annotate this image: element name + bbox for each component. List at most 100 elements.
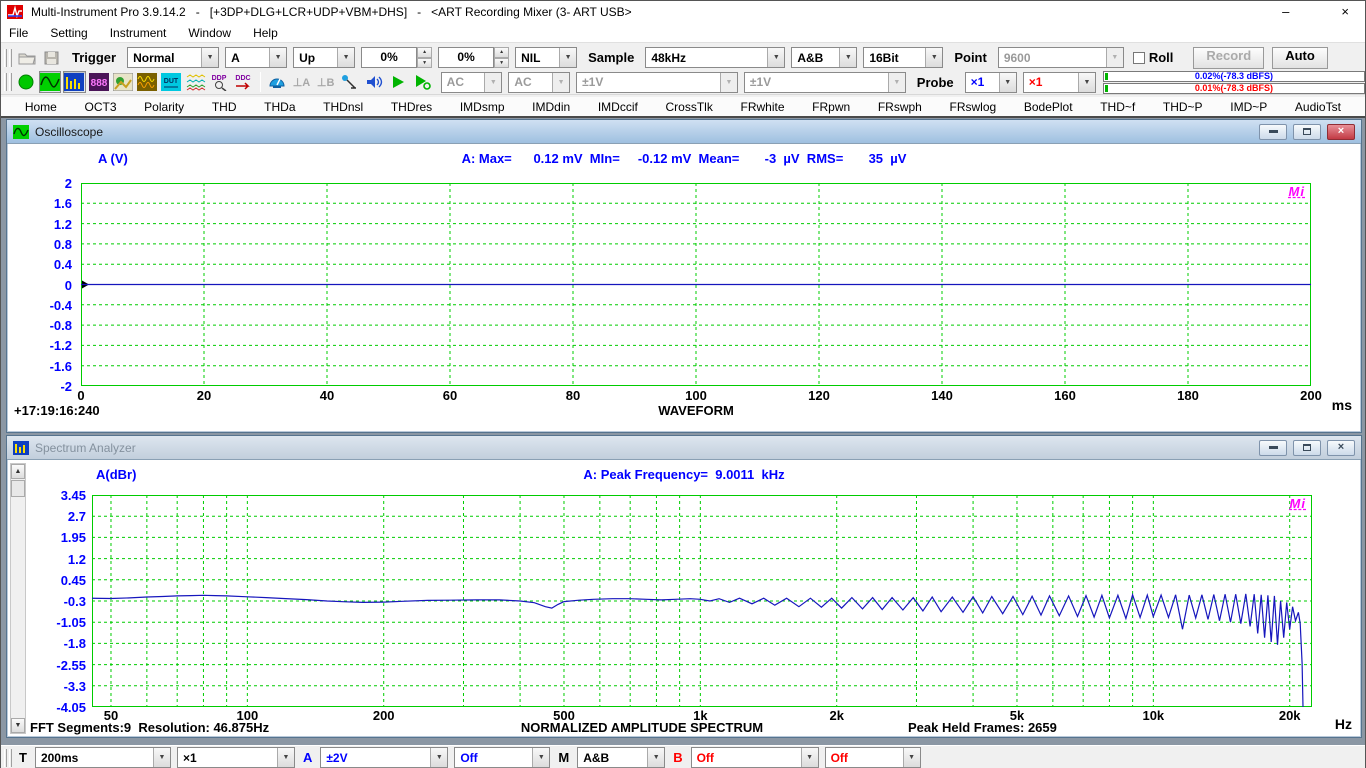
tab-thda[interactable]: THDa [260,98,299,116]
spectrogram-icon-button[interactable] [112,71,134,93]
data-point-processing-icon-button[interactable]: DDP [209,71,231,93]
tab-imdccif[interactable]: IMDccif [594,98,642,116]
mode-channels-select[interactable]: A&B▼ [577,747,665,768]
auto-button[interactable]: Auto [1272,47,1328,69]
close-icon[interactable]: × [1327,440,1355,456]
app-icon [7,5,23,19]
trigger-delay-stepper[interactable]: 0%▲▼ [438,47,509,68]
tab-home[interactable]: Home [21,98,61,116]
y-tick-label: -0.3 [24,594,86,609]
play-icon-button[interactable] [387,71,409,93]
menu-help[interactable]: Help [253,26,278,40]
minimize-icon[interactable] [1259,124,1287,140]
x-tick-label: 40 [320,388,334,403]
oscilloscope-x-ticks: 020406080100120140160180200 [81,388,1311,404]
tab-audiotst[interactable]: AudioTst [1291,98,1345,116]
probe-label: Probe [917,75,954,90]
ddc-icon-button[interactable]: DDC [233,71,255,93]
tab-oct3[interactable]: OCT3 [81,98,121,116]
chevron-down-icon: ▼ [484,73,501,92]
trigger-edge-select[interactable]: Up▼ [293,47,355,68]
toolbar-grip[interactable] [4,73,7,91]
spectrum-titlebar[interactable]: Spectrum Analyzer × [7,436,1361,460]
menu-instrument[interactable]: Instrument [110,26,167,40]
sound-output-icon-button[interactable] [363,71,385,93]
toolbar-grip[interactable] [4,749,7,767]
app-titlebar: Multi-Instrument Pro 3.9.14.2 - [+3DP+DL… [1,1,1365,23]
tab-thdnsl[interactable]: THDnsl [319,98,367,116]
toolbar-grip[interactable] [9,49,12,67]
trigger-source-select[interactable]: A▼ [225,47,287,68]
probe-a-select[interactable]: ×1▼ [965,72,1017,93]
close-icon[interactable]: × [1327,124,1355,140]
channel-b-option-select[interactable]: Off▼ [825,747,921,768]
mi-logo: Mi [1289,184,1305,199]
spectrum-plot[interactable]: Mi [92,495,1312,707]
tab-imddin[interactable]: IMDdin [528,98,574,116]
probe-b-select[interactable]: ×1▼ [1023,72,1096,93]
run-stop-button[interactable] [15,71,37,93]
menu-window[interactable]: Window [188,26,231,40]
tab-frswlog[interactable]: FRswlog [946,98,1001,116]
trigger-hpf-select[interactable]: NIL▼ [515,47,577,68]
chevron-down-icon: ▼ [430,748,447,767]
probe-pointer-icon-button[interactable] [339,71,361,93]
multimeter-icon-button[interactable]: 888 [88,71,110,93]
toolbar-grip[interactable] [9,73,12,91]
chevron-down-icon: ▼ [532,748,549,767]
sampling-rate-select[interactable]: 48kHz▼ [645,47,785,68]
tab-thd[interactable]: THD [208,98,241,116]
toolbar-grip[interactable] [4,49,7,67]
restore-icon[interactable] [1293,440,1321,456]
trigger-mode-select[interactable]: Normal▼ [127,47,219,68]
scroll-down-icon[interactable]: ▼ [11,718,25,733]
menu-file[interactable]: File [9,26,28,40]
coupling-b-select: AC▼ [508,72,570,93]
y-tick-label: 1.6 [4,196,72,211]
tab-frwhite[interactable]: FRwhite [737,98,789,116]
tab-polarity[interactable]: Polarity [140,98,188,116]
trigger-label: Trigger [72,50,116,65]
oscilloscope-x-axis-caption: WAVEFORM [81,403,1311,418]
tab-imd-p[interactable]: IMD~P [1226,98,1271,116]
tab-frswph[interactable]: FRswph [874,98,926,116]
tab-thd-p[interactable]: THD~P [1159,98,1207,116]
gauge-icon-button[interactable] [266,71,288,93]
tab-imdsmp[interactable]: IMDsmp [456,98,509,116]
record-button: Record [1193,47,1264,69]
open-file-button[interactable] [15,47,38,69]
signal-generator-icon-button[interactable] [136,71,158,93]
tab-crosstlk[interactable]: CrossTlk [662,98,717,116]
minimize-icon[interactable] [1259,440,1287,456]
tab-thdres[interactable]: THDres [387,98,436,116]
restore-icon[interactable] [1293,124,1321,140]
oscilloscope-plot[interactable]: Mi [81,183,1311,386]
sweep-multiplier-select[interactable]: ×1▼ [177,747,295,768]
device-test-plan-icon-button[interactable]: DUT [160,71,182,93]
channel-a-range-select[interactable]: ±2V▼ [320,747,448,768]
save-file-button[interactable] [40,47,63,69]
close-icon[interactable]: × [1341,2,1349,22]
oscilloscope-icon-button[interactable] [39,71,61,93]
derived-data-set-icon-button[interactable] [184,71,206,93]
toolbar-grip[interactable] [9,749,12,767]
tab-frpwn[interactable]: FRpwn [808,98,854,116]
oscilloscope-titlebar[interactable]: Oscilloscope × [7,120,1361,144]
menu-setting[interactable]: Setting [50,26,87,40]
channel-b-range-select[interactable]: Off▼ [691,747,819,768]
tab-bodeplot[interactable]: BodePlot [1020,98,1077,116]
panel-tabs: Home OCT3 Polarity THD THDa THDnsl THDre… [1,97,1365,118]
minimize-icon[interactable]: – [1282,2,1289,22]
spectrum-analyzer-icon-button[interactable] [63,71,85,93]
channel-a-option-select[interactable]: Off▼ [454,747,550,768]
sampling-bits-select[interactable]: 16Bit▼ [863,47,943,68]
play-loop-icon-button[interactable] [411,71,433,93]
spectrum-y-ticks: 3.452.71.951.20.45-0.3-1.05-1.8-2.55-3.3… [28,495,90,707]
roll-checkbox[interactable]: Roll [1133,50,1174,65]
trigger-level-stepper[interactable]: 0%▲▼ [361,47,432,68]
sampling-channels-select[interactable]: A&B▼ [791,47,857,68]
tab-thd-f[interactable]: THD~f [1096,98,1139,116]
app-title: Multi-Instrument Pro 3.9.14.2 - [+3DP+DL… [31,5,632,19]
oscilloscope-client: A (V) A: Max= 0.12 mV MIn= -0.12 mV Mean… [8,145,1360,431]
sweep-time-select[interactable]: 200ms▼ [35,747,171,768]
